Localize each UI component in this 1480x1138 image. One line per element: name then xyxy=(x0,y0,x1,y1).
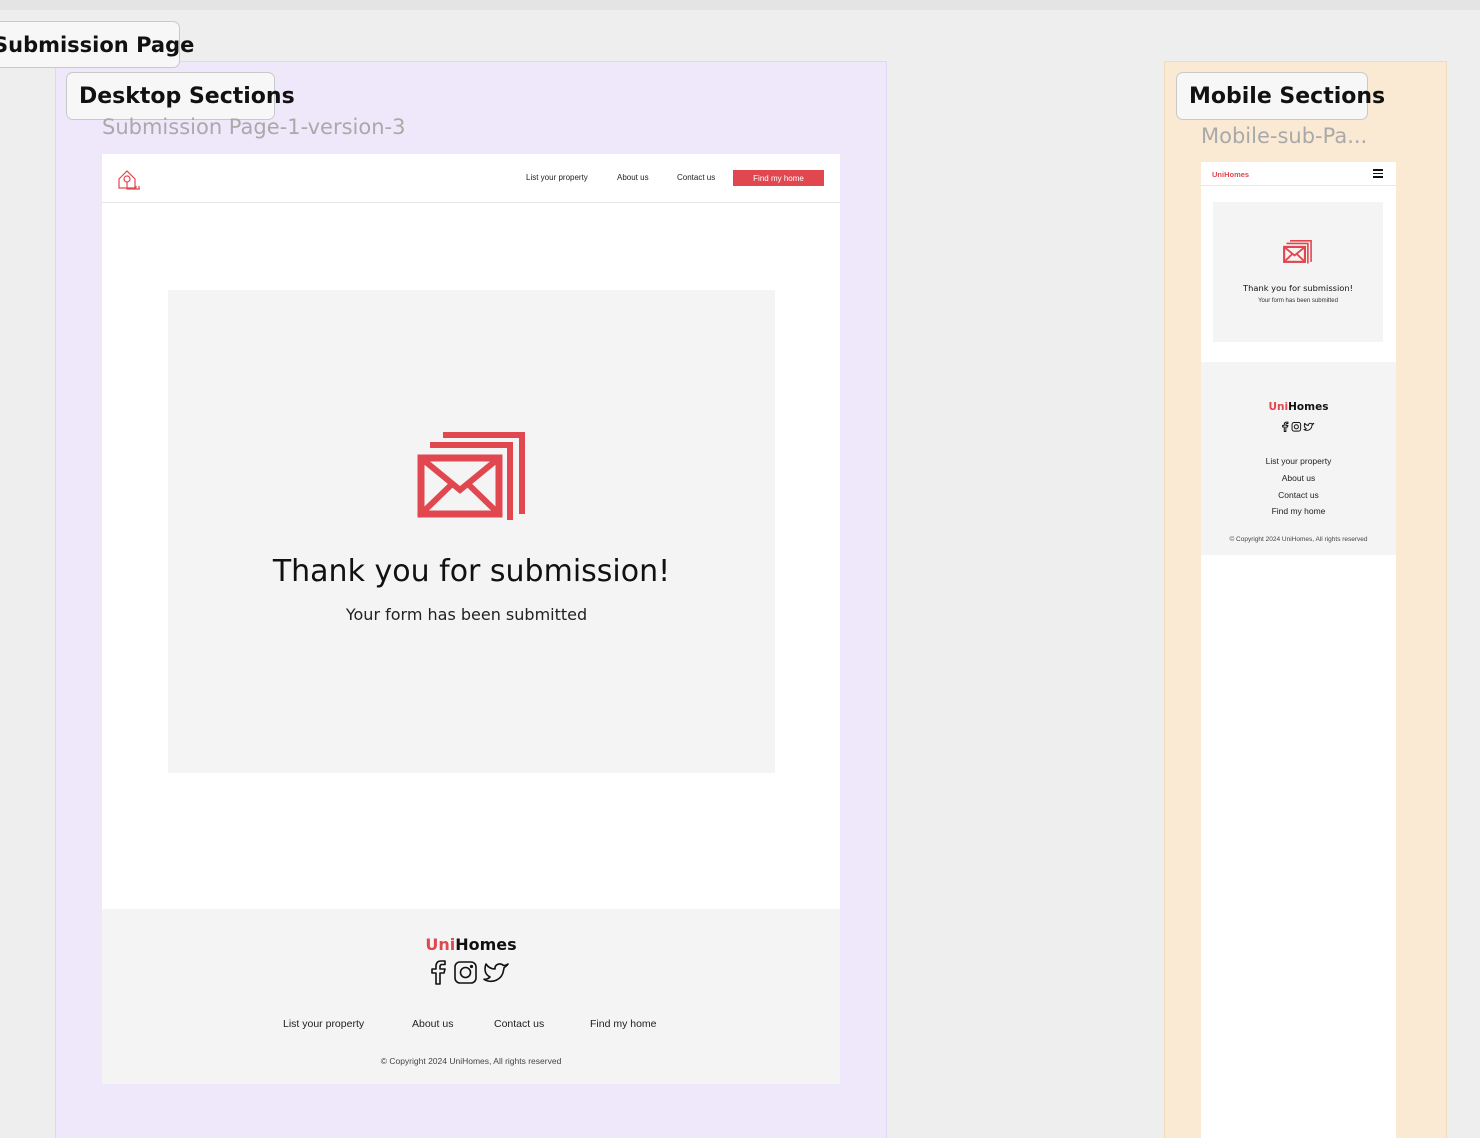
mobile-footer-link-find-home[interactable]: Find my home xyxy=(1201,506,1396,516)
mobile-footer-copyright: © Copyright 2024 UniHomes, All rights re… xyxy=(1229,536,1368,543)
house-key-logo-icon[interactable] xyxy=(116,168,142,192)
mobile-footer: UniHomes List your property About us Con… xyxy=(1201,362,1396,555)
footer-brand-suffix: Homes xyxy=(455,935,517,954)
mobile-footer-brand-prefix: Uni xyxy=(1268,401,1289,413)
desktop-section-label[interactable]: Desktop Sections xyxy=(66,72,295,120)
nav-link-contact[interactable]: Contact us xyxy=(677,173,715,182)
footer-link-about[interactable]: About us xyxy=(412,1018,453,1030)
nav-link-about[interactable]: About us xyxy=(617,173,649,182)
instagram-icon[interactable] xyxy=(454,961,477,984)
mobile-logo[interactable]: UniHomes xyxy=(1212,170,1249,179)
mobile-footer-brand-suffix: Homes xyxy=(1288,401,1329,413)
canvas-top-bar xyxy=(0,0,1480,10)
footer-copyright: © Copyright 2024 UniHomes, All rights re… xyxy=(380,1056,562,1066)
facebook-icon[interactable] xyxy=(1282,421,1289,432)
mail-stack-icon xyxy=(417,432,525,520)
page-section-label[interactable]: Submission Page xyxy=(0,21,194,68)
find-my-home-button[interactable]: Find my home xyxy=(733,170,824,186)
mobile-frame[interactable]: UniHomes Thank you for submission! Your … xyxy=(1201,162,1396,1138)
mobile-frame-label[interactable]: Mobile-sub-Pa... xyxy=(1201,124,1367,148)
twitter-icon[interactable] xyxy=(483,963,509,983)
mobile-submitted-message: Your form has been submitted xyxy=(1258,298,1338,304)
footer-link-list-property[interactable]: List your property xyxy=(283,1018,364,1030)
submission-card: Thank you for submission! Your form has … xyxy=(168,290,775,773)
footer-link-find-home[interactable]: Find my home xyxy=(590,1018,657,1030)
social-icons xyxy=(431,960,509,985)
mobile-footer-brand: UniHomes xyxy=(1201,401,1396,413)
footer-link-contact[interactable]: Contact us xyxy=(494,1018,544,1030)
desktop-footer: UniHomes List your property About us Con… xyxy=(102,909,840,1084)
mobile-footer-link-about[interactable]: About us xyxy=(1201,473,1396,483)
footer-brand-prefix: Uni xyxy=(425,935,456,954)
twitter-icon[interactable] xyxy=(1303,422,1315,431)
desktop-frame[interactable]: List your property About us Contact us F… xyxy=(102,154,840,1084)
mobile-submission-card: Thank you for submission! Your form has … xyxy=(1213,202,1383,342)
mail-stack-icon xyxy=(1283,240,1312,264)
mobile-footer-link-list-property[interactable]: List your property xyxy=(1201,456,1396,466)
mobile-section-label[interactable]: Mobile Sections xyxy=(1176,72,1385,120)
desktop-frame-label[interactable]: Submission Page-1-version-3 xyxy=(102,115,405,139)
mobile-thank-you-heading: Thank you for submission! xyxy=(1243,283,1353,293)
thank-you-heading: Thank you for submission! xyxy=(272,554,671,589)
hamburger-menu-icon[interactable] xyxy=(1373,169,1383,178)
desktop-navbar: List your property About us Contact us F… xyxy=(102,154,840,203)
facebook-icon[interactable] xyxy=(431,960,446,985)
instagram-icon[interactable] xyxy=(1291,422,1302,432)
mobile-navbar: UniHomes xyxy=(1201,162,1396,186)
mobile-social-icons xyxy=(1282,421,1315,432)
submitted-message: Your form has been submitted xyxy=(345,605,588,624)
footer-brand: UniHomes xyxy=(102,935,840,954)
nav-link-list-property[interactable]: List your property xyxy=(526,173,588,182)
mobile-footer-link-contact[interactable]: Contact us xyxy=(1201,490,1396,500)
